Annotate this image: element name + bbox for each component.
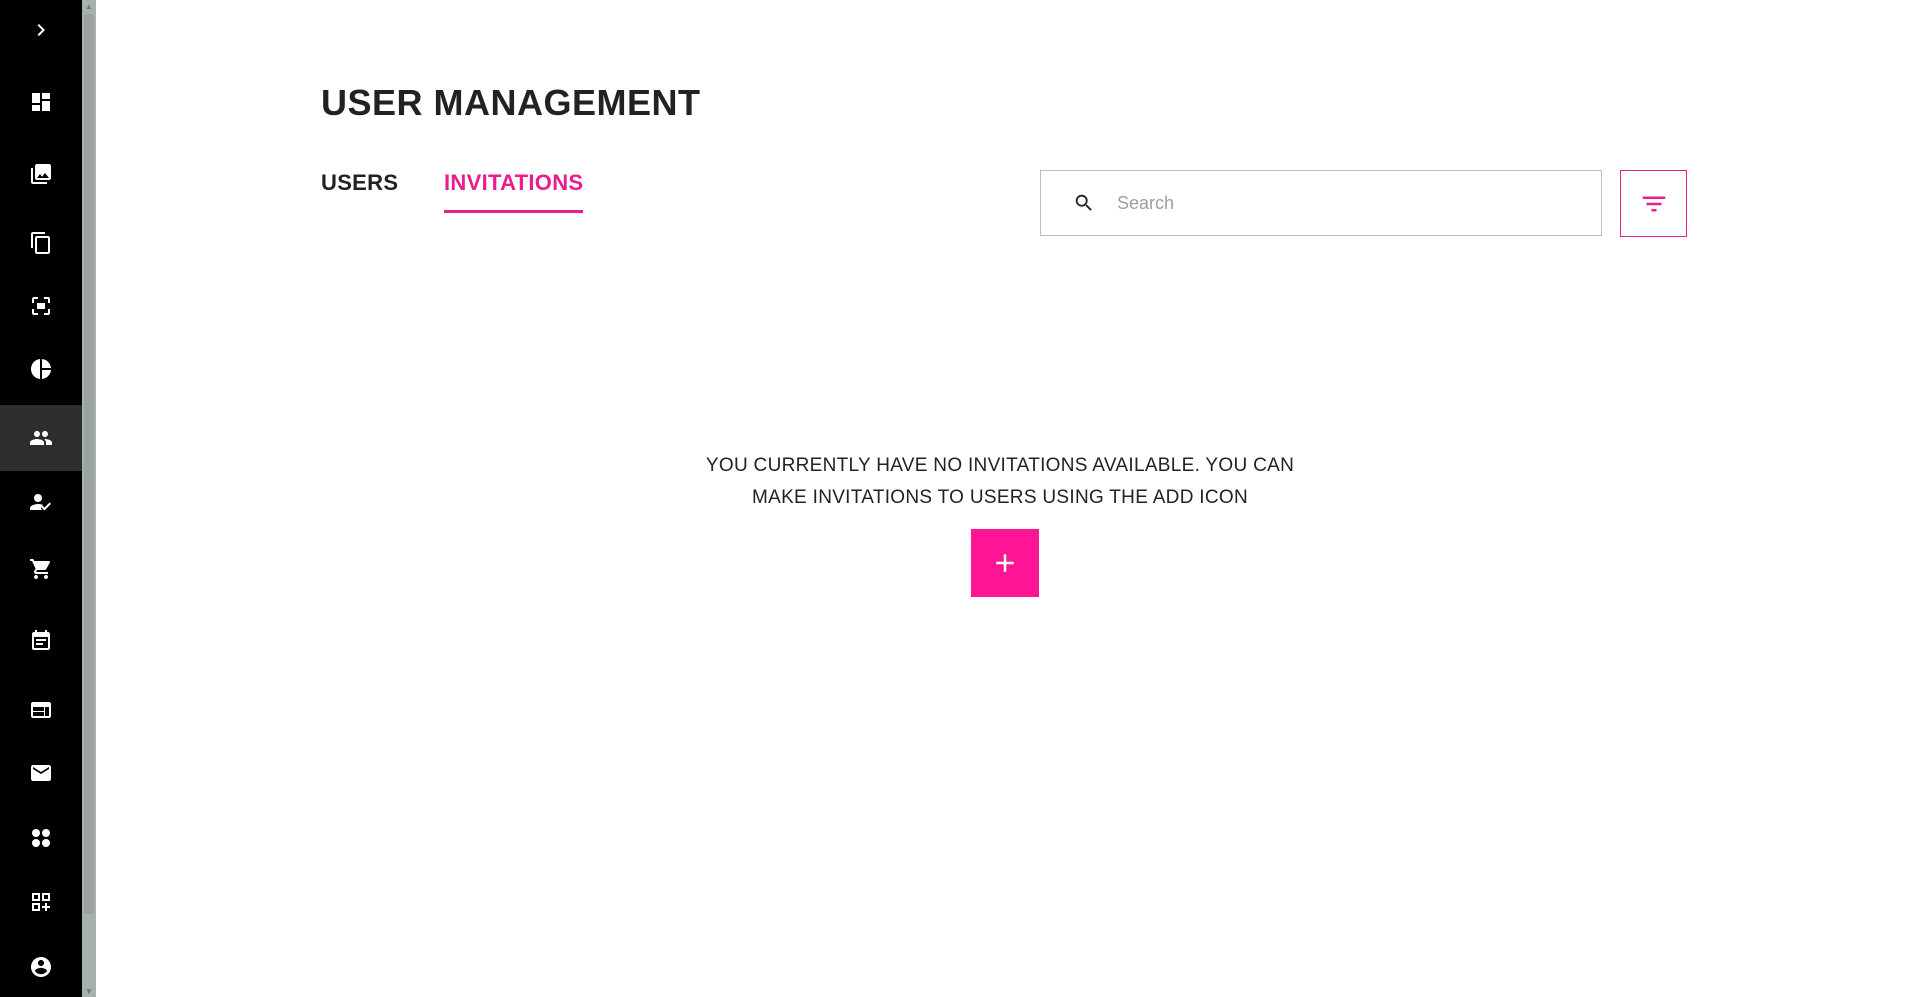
scroll-down-arrow[interactable]: ▼: [82, 985, 96, 997]
web-icon: [31, 702, 51, 718]
filter-button[interactable]: [1620, 170, 1687, 237]
apps-dots-icon: [32, 829, 50, 847]
empty-state-line-1: YOU CURRENTLY HAVE NO INVITATIONS AVAILA…: [705, 455, 1295, 476]
sidebar-item-account[interactable]: [0, 937, 82, 997]
plus-icon: [996, 554, 1014, 572]
empty-state-message: YOU CURRENTLY HAVE NO INVITATIONS AVAILA…: [656, 450, 1344, 514]
mail-icon: [31, 765, 51, 781]
sidebar-item-shop[interactable]: [0, 539, 82, 599]
sidebar-item-mail[interactable]: [0, 743, 82, 803]
sidebar-item-web[interactable]: [0, 680, 82, 740]
add-invitation-button[interactable]: [971, 529, 1039, 597]
sidebar-item-users[interactable]: [0, 405, 82, 471]
sidebar-item-analytics[interactable]: [0, 339, 82, 399]
sidebar: [0, 0, 82, 997]
sidebar-item-scan[interactable]: [0, 276, 82, 336]
shopping-cart-icon: [30, 559, 51, 579]
search-box: [1040, 170, 1602, 236]
sidebar-item-media[interactable]: [0, 144, 82, 204]
sidebar-item-copies[interactable]: [0, 213, 82, 273]
search-input[interactable]: [1115, 191, 1559, 215]
empty-state-line-2: MAKE INVITATIONS TO USERS USING THE ADD …: [751, 487, 1249, 508]
photo-library-icon: [31, 164, 51, 184]
dashboard-icon: [32, 93, 50, 111]
person-check-icon: [30, 494, 51, 511]
expand-sidebar-button[interactable]: [0, 0, 82, 60]
sidebar-item-widgets[interactable]: [0, 872, 82, 932]
add-widget-icon: [32, 893, 50, 911]
people-icon: [30, 431, 52, 445]
event-note-icon: [32, 630, 50, 650]
scrollbar[interactable]: ▲ ▼: [82, 0, 96, 997]
sidebar-item-approvals[interactable]: [0, 472, 82, 532]
filter-icon: [1642, 196, 1665, 211]
tab-users[interactable]: USERS: [321, 170, 398, 210]
scan-icon: [32, 297, 50, 315]
main-content: USER MANAGEMENT USERS INVITATIONS YOU CU…: [96, 0, 1918, 997]
sidebar-item-dashboard[interactable]: [0, 72, 82, 132]
scroll-thumb[interactable]: [84, 14, 94, 914]
scroll-up-arrow[interactable]: ▲: [82, 0, 96, 12]
sidebar-item-events[interactable]: [0, 611, 82, 671]
search-icon: [1073, 192, 1095, 214]
sidebar-item-apps[interactable]: [0, 808, 82, 868]
account-circle-icon: [31, 957, 51, 977]
pie-chart-icon: [31, 359, 51, 379]
chevron-right-icon: [37, 24, 45, 36]
copy-icon: [31, 232, 50, 254]
page-title: USER MANAGEMENT: [321, 82, 701, 123]
tab-invitations[interactable]: INVITATIONS: [444, 170, 584, 213]
